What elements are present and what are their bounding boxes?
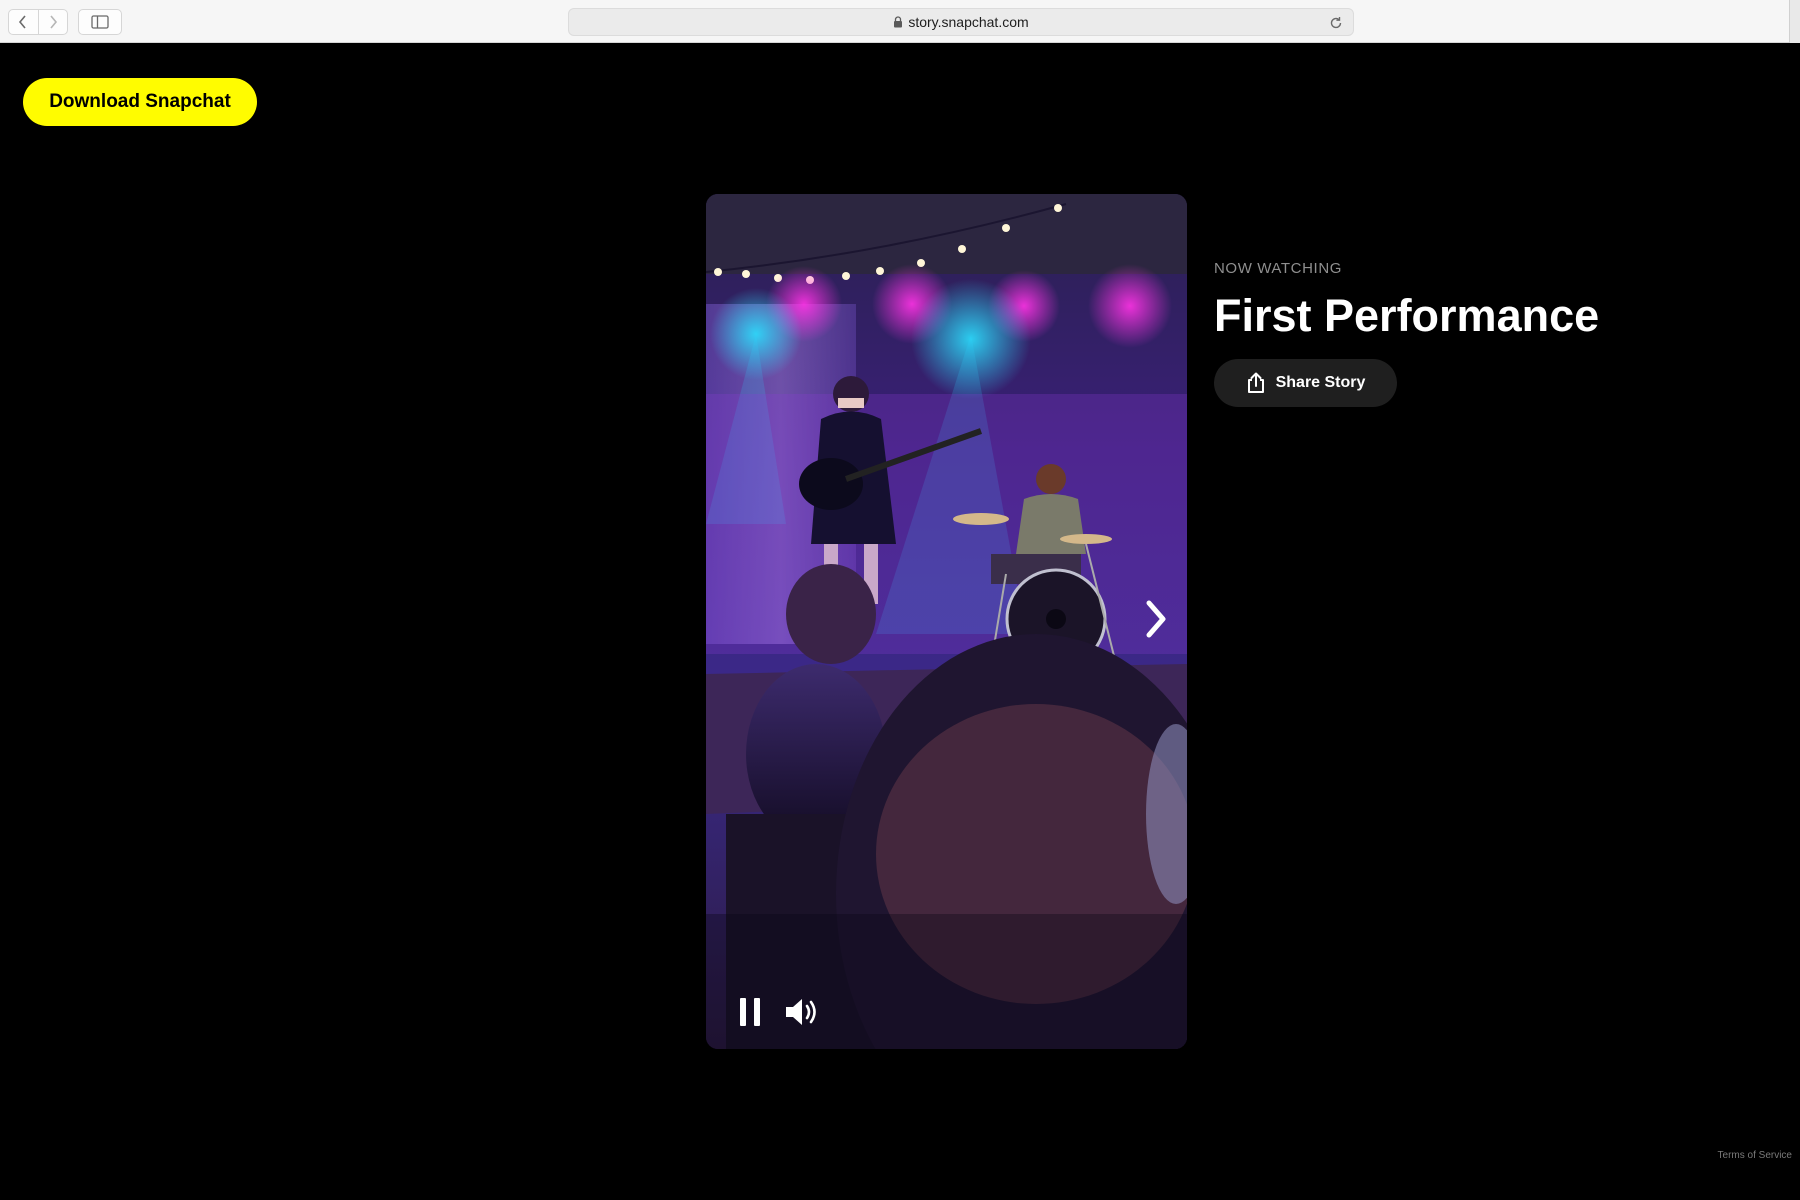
next-snap-button[interactable] [1136,594,1176,644]
forward-button[interactable] [37,10,68,34]
address-bar[interactable]: story.snapchat.com [568,8,1354,36]
terms-of-service-link[interactable]: Terms of Service [1718,1150,1792,1161]
url-text: story.snapchat.com [908,14,1029,30]
story-video-frame [706,194,1187,1049]
chevron-right-icon [50,15,57,29]
volume-button[interactable] [780,990,824,1034]
reload-icon [1330,17,1342,29]
share-story-button[interactable]: Share Story [1214,358,1397,407]
back-button[interactable] [9,10,38,34]
share-story-label: Share Story [1275,373,1366,391]
now-watching-label: NOW WATCHING [1214,260,1343,277]
pause-icon [740,998,760,1026]
volume-icon [786,999,816,1025]
story-player[interactable] [706,194,1187,1049]
browser-toolbar: story.snapchat.com [0,0,1800,43]
share-icon [1247,372,1264,393]
chevron-left-icon [19,15,26,29]
sidebar-icon [91,15,109,29]
toolbar-edge [1789,0,1800,43]
download-snapchat-button[interactable]: Download Snapchat [23,78,257,126]
sidebar-toggle-button[interactable] [78,9,122,35]
lock-icon [893,16,903,28]
chevron-right-icon [1146,600,1166,638]
story-info: NOW WATCHING First Performance Share Sto… [1214,260,1774,407]
reload-button[interactable] [1327,14,1345,32]
story-title: First Performance [1214,290,1600,341]
navigation-buttons [8,9,68,35]
pause-button[interactable] [730,992,770,1032]
